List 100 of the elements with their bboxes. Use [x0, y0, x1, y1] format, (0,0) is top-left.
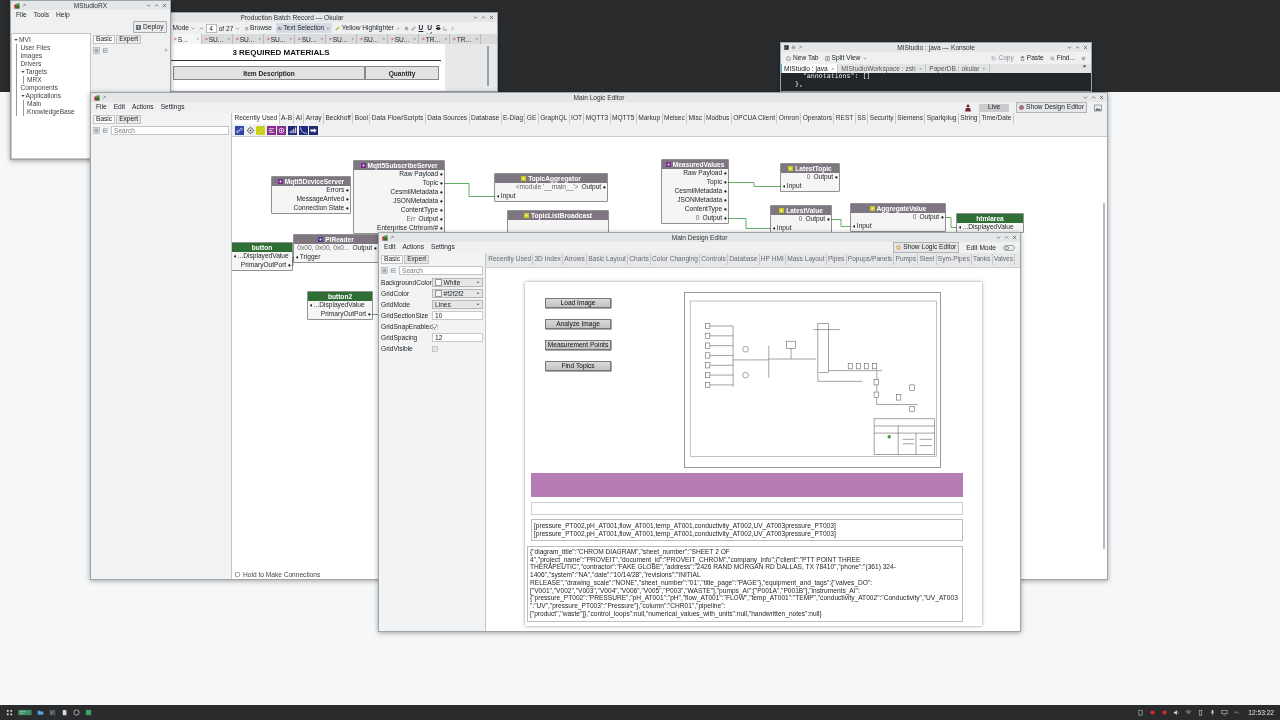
search-icon [1049, 55, 1055, 61]
port-icon[interactable] [439, 209, 443, 212]
app-icon[interactable] [85, 709, 92, 716]
clipboard-icon[interactable] [1137, 709, 1145, 716]
image-icon[interactable] [1094, 103, 1102, 112]
circle-icon[interactable] [277, 125, 287, 135]
close-icon[interactable] [1083, 45, 1088, 50]
network-icon[interactable] [1185, 709, 1193, 716]
bar-chart-icon[interactable] [287, 125, 297, 135]
maximize-icon[interactable] [1091, 95, 1096, 100]
port-icon[interactable] [782, 185, 786, 188]
curve-icon[interactable] [298, 125, 308, 135]
port-icon[interactable] [723, 172, 727, 175]
monitor-icon[interactable] [1221, 709, 1229, 716]
circle-icon [1019, 105, 1025, 110]
port-icon[interactable] [295, 256, 299, 259]
port-icon[interactable] [723, 199, 727, 202]
port-icon[interactable] [496, 195, 500, 198]
port-icon[interactable] [345, 189, 349, 192]
arrow-icon [265, 37, 270, 41]
caret-icon[interactable] [20, 70, 25, 74]
port-icon[interactable] [826, 218, 830, 221]
folder-icon[interactable] [37, 709, 44, 716]
node-icon [665, 162, 671, 167]
connection-wire [727, 182, 782, 187]
port-icon[interactable] [345, 207, 349, 210]
port-icon[interactable] [439, 173, 443, 176]
node-icon [779, 208, 785, 213]
document-icon[interactable] [61, 709, 68, 716]
port-icon[interactable] [439, 218, 443, 221]
close-icon[interactable] [1012, 235, 1017, 240]
connection-wire [830, 219, 852, 227]
port-icon[interactable] [940, 216, 944, 219]
port-icon[interactable] [772, 227, 776, 230]
upload-icon [136, 24, 142, 30]
design-canvas[interactable] [486, 268, 1020, 631]
port-icon[interactable] [233, 255, 237, 258]
port-icon[interactable] [287, 264, 291, 267]
port-icon[interactable] [439, 182, 443, 185]
window-thumbnail-icon[interactable] [18, 709, 32, 716]
arrow-icon[interactable] [309, 125, 319, 135]
node-icon [277, 179, 283, 184]
port-icon[interactable] [373, 247, 377, 250]
input-field[interactable] [531, 502, 963, 515]
caret-icon[interactable] [14, 38, 18, 42]
maximize-icon[interactable] [1075, 45, 1080, 50]
link-icon[interactable] [235, 125, 244, 135]
app-icon [14, 2, 20, 9]
maximize-icon[interactable] [481, 15, 486, 20]
close-icon[interactable] [489, 15, 494, 20]
port-icon[interactable] [723, 181, 727, 184]
menu-icon[interactable] [1081, 55, 1086, 61]
port-icon[interactable] [439, 227, 443, 230]
port-icon[interactable] [439, 191, 443, 194]
connection-wire [727, 218, 772, 229]
port-icon[interactable] [345, 198, 349, 201]
battery-icon[interactable] [1197, 709, 1205, 716]
list-view-icon[interactable] [93, 46, 100, 54]
highlighter-icon [335, 25, 341, 31]
minimize-icon[interactable] [1067, 45, 1072, 50]
minimize-icon[interactable] [146, 3, 151, 8]
close-icon[interactable] [1099, 95, 1104, 100]
caret-icon [476, 281, 480, 284]
microphone-icon[interactable] [1209, 709, 1217, 716]
ring-icon[interactable] [73, 709, 80, 716]
port-icon[interactable] [852, 225, 856, 228]
checkbox[interactable] [432, 323, 438, 330]
port-icon[interactable] [723, 217, 727, 220]
list-view-icon[interactable] [93, 126, 100, 134]
scrollbar[interactable] [1103, 203, 1105, 549]
launcher-icon[interactable] [6, 709, 13, 716]
target-icon[interactable] [245, 125, 255, 135]
menu-icon[interactable] [403, 25, 409, 31]
port-icon[interactable] [834, 176, 838, 179]
connection-wire [371, 314, 379, 315]
port-icon[interactable] [439, 200, 443, 203]
port-icon[interactable] [602, 186, 606, 189]
edit-mode-toggle[interactable] [1003, 244, 1015, 251]
maximize-icon[interactable] [154, 3, 159, 8]
arrow-icon [389, 37, 394, 41]
terminal-icon[interactable] [49, 709, 56, 716]
maximize-icon[interactable] [1004, 235, 1009, 240]
volume-icon[interactable] [1173, 709, 1181, 716]
port-icon[interactable] [309, 304, 313, 307]
list-view-icon[interactable] [381, 266, 388, 274]
checkbox[interactable] [432, 345, 438, 352]
caret-icon[interactable] [20, 94, 25, 98]
caret-icon[interactable] [1082, 64, 1087, 69]
caret-icon[interactable] [1233, 709, 1241, 716]
port-icon[interactable] [723, 190, 727, 193]
list-icon[interactable] [266, 125, 276, 135]
minimize-icon[interactable] [473, 15, 478, 20]
port-icon[interactable] [958, 226, 962, 229]
close-icon[interactable] [162, 3, 167, 8]
port-icon[interactable] [367, 313, 371, 316]
minimize-icon[interactable] [1083, 95, 1088, 100]
port-icon[interactable] [723, 208, 727, 211]
scrollbar[interactable] [487, 46, 489, 86]
minimize-icon[interactable] [996, 235, 1001, 240]
copy-icon [991, 55, 997, 61]
